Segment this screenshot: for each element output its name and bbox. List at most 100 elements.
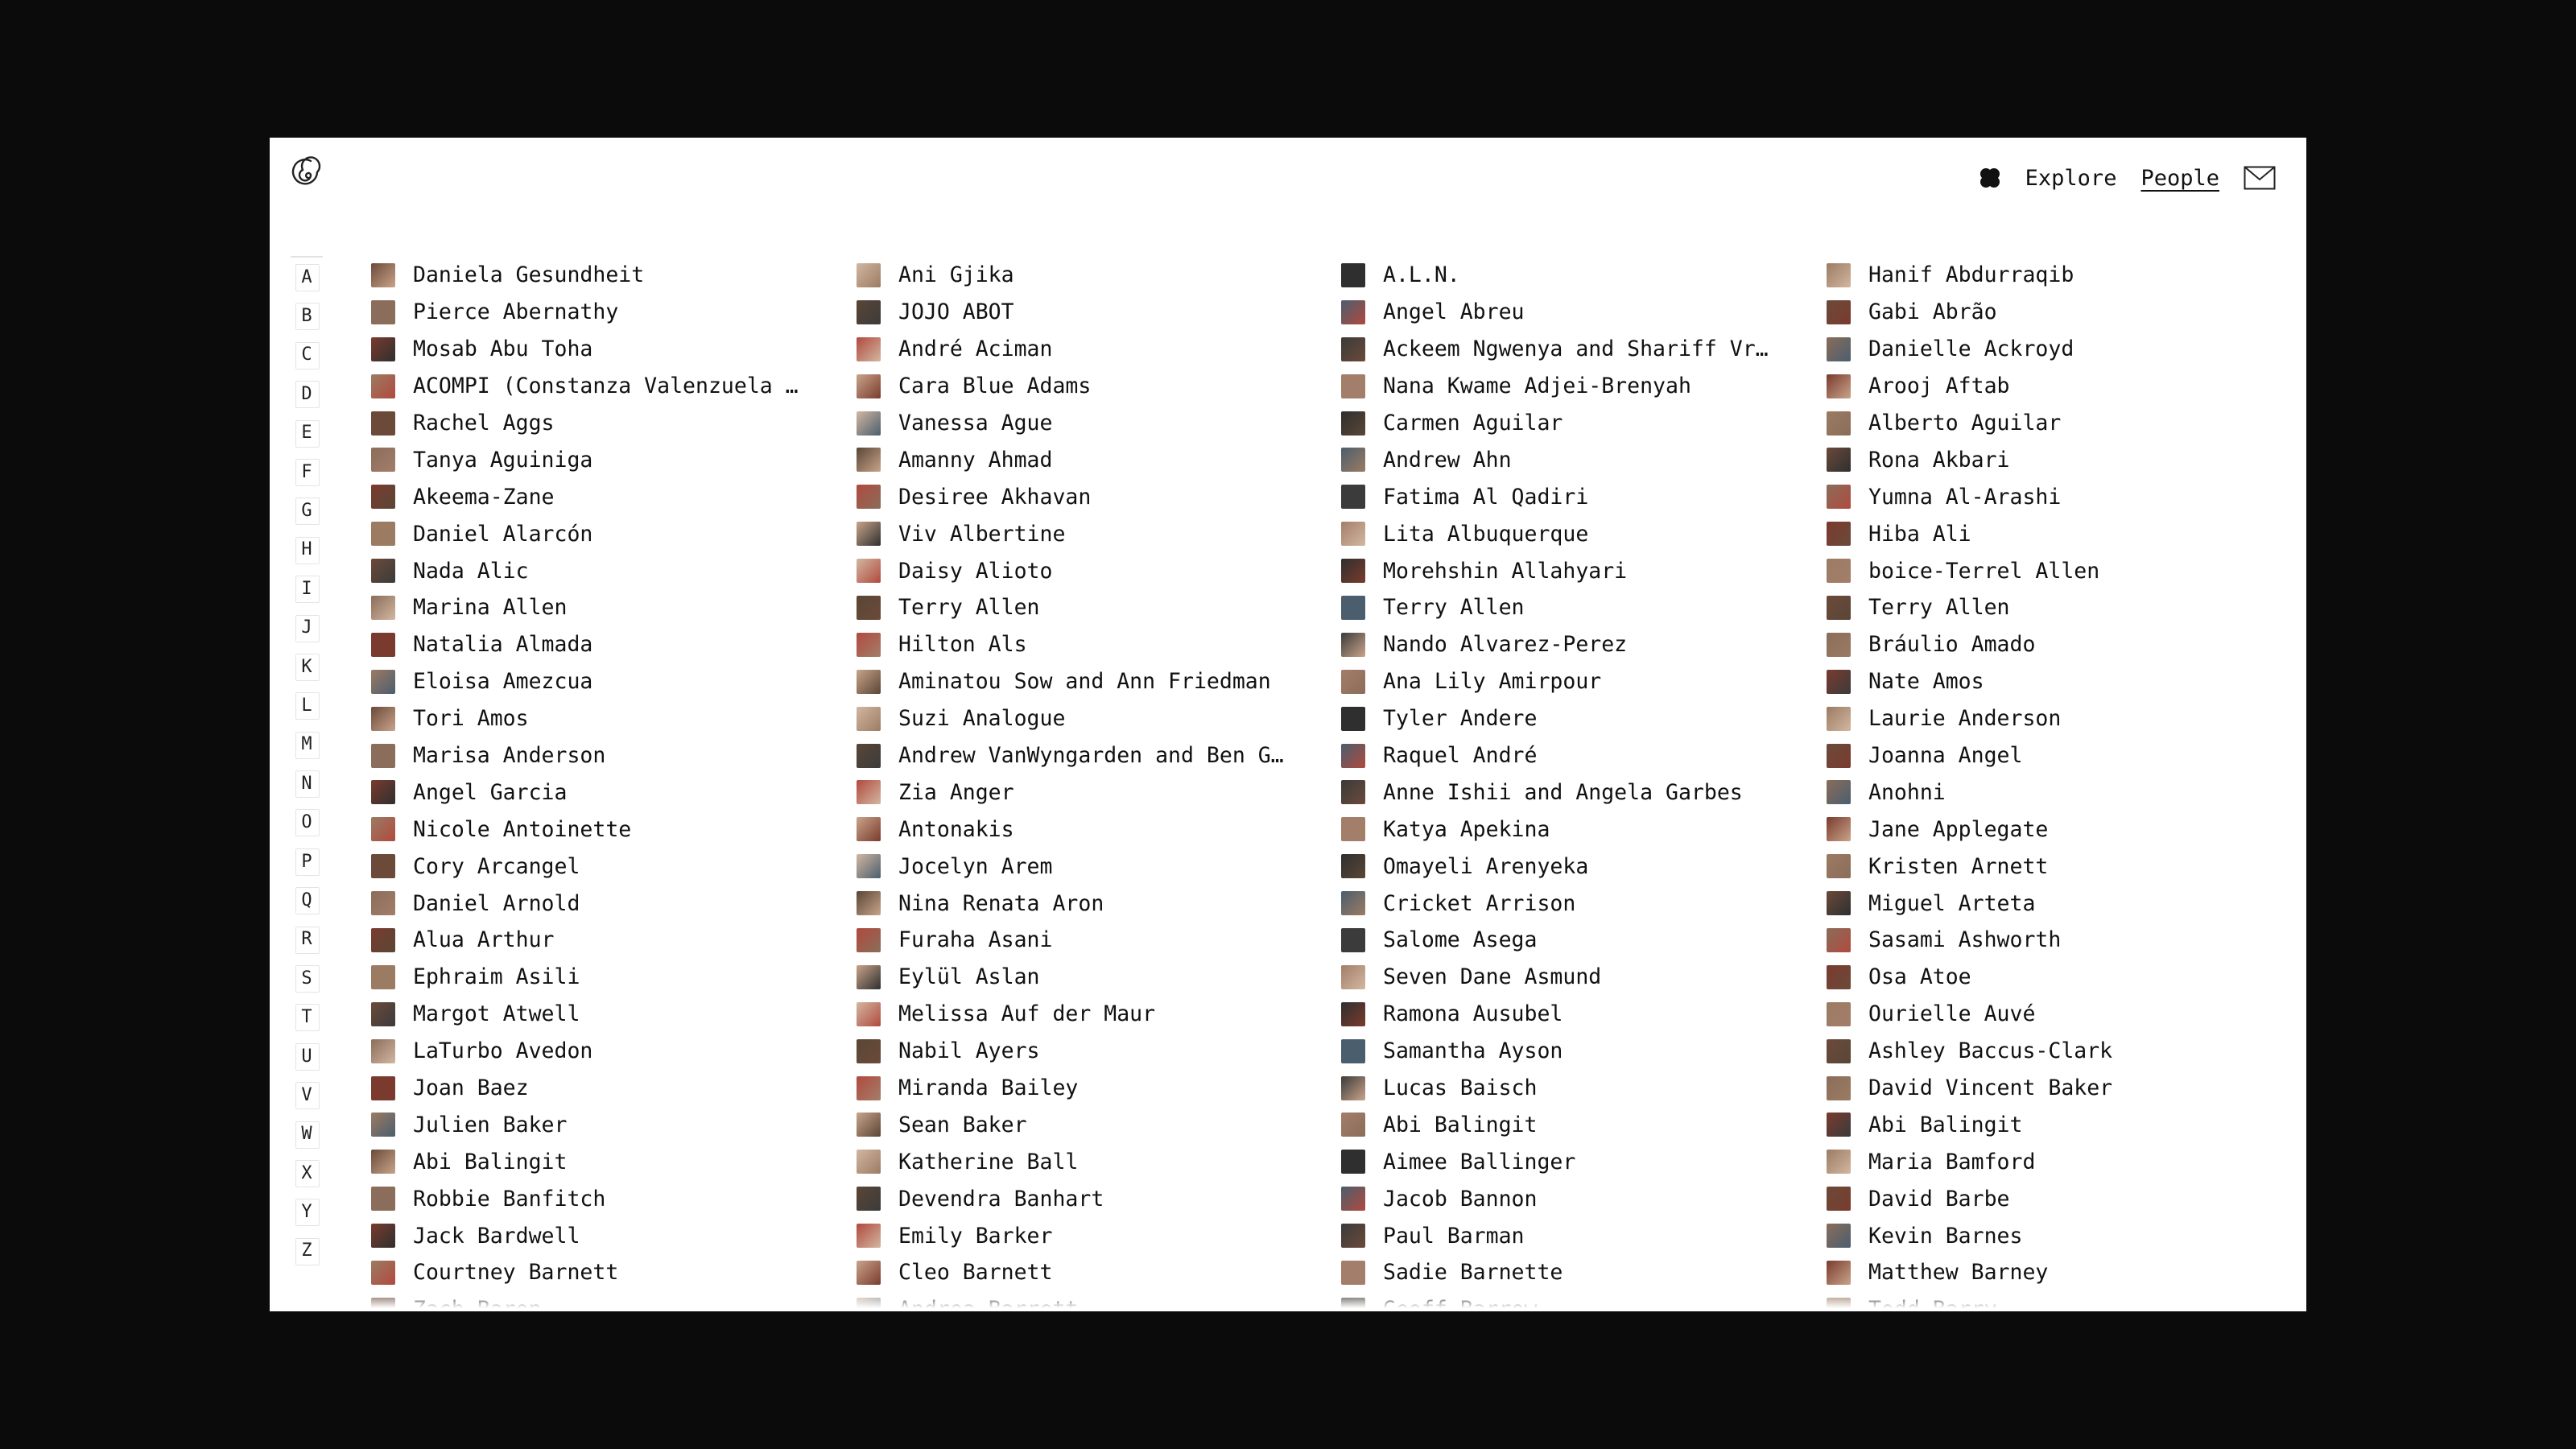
person-list-item[interactable]: Raquel André bbox=[1341, 737, 1808, 774]
person-list-item[interactable]: Anohni bbox=[1827, 774, 2293, 811]
person-list-item[interactable]: Cory Arcangel bbox=[371, 848, 838, 885]
person-list-item[interactable]: Ramona Ausubel bbox=[1341, 996, 1808, 1033]
person-list-item[interactable]: JOJO ABOT bbox=[857, 294, 1323, 331]
person-list-item[interactable]: ACOMPI (Constanza Valenzuela … bbox=[371, 368, 838, 405]
person-list-item[interactable]: Katherine Ball bbox=[857, 1143, 1323, 1180]
person-list-item[interactable]: Ackeem Ngwenya and Shariff Vr… bbox=[1341, 331, 1808, 368]
mail-icon[interactable] bbox=[2244, 166, 2276, 190]
alphabet-letter-b[interactable]: B bbox=[291, 296, 323, 335]
person-list-item[interactable]: Hanif Abdurraqib bbox=[1827, 257, 2293, 294]
alphabet-letter-f[interactable]: F bbox=[291, 452, 323, 491]
alphabet-letter-z[interactable]: Z bbox=[291, 1232, 323, 1270]
person-list-item[interactable]: Katya Apekina bbox=[1341, 811, 1808, 848]
person-list-item[interactable]: Salome Asega bbox=[1341, 922, 1808, 959]
person-list-item[interactable]: André Aciman bbox=[857, 331, 1323, 368]
person-list-item[interactable]: Akeema-Zane bbox=[371, 478, 838, 515]
person-list-item[interactable]: Carmen Aguilar bbox=[1341, 405, 1808, 442]
person-list-item[interactable]: Miranda Bailey bbox=[857, 1070, 1323, 1107]
alphabet-letter-c[interactable]: C bbox=[291, 336, 323, 374]
person-list-item[interactable]: Joan Baez bbox=[371, 1070, 838, 1107]
person-list-item[interactable]: Osa Atoe bbox=[1827, 959, 2293, 996]
alphabet-letter-m[interactable]: M bbox=[291, 725, 323, 764]
person-list-item[interactable]: Nando Alvarez-Perez bbox=[1341, 626, 1808, 663]
person-list-item[interactable]: Nicole Antoinette bbox=[371, 811, 838, 848]
alphabet-letter-i[interactable]: I bbox=[291, 569, 323, 608]
alphabet-letter-l[interactable]: L bbox=[291, 686, 323, 724]
alphabet-letter-g[interactable]: G bbox=[291, 491, 323, 530]
person-list-item[interactable]: Eloisa Amezcua bbox=[371, 663, 838, 700]
person-list-item[interactable]: Vanessa Ague bbox=[857, 405, 1323, 442]
person-list-item[interactable]: Arooj Aftab bbox=[1827, 368, 2293, 405]
person-list-item[interactable]: Marina Allen bbox=[371, 589, 838, 626]
person-list-item[interactable]: Jane Applegate bbox=[1827, 811, 2293, 848]
person-list-item[interactable]: Tori Amos bbox=[371, 700, 838, 737]
person-list-item[interactable]: Abi Balingit bbox=[1827, 1106, 2293, 1143]
person-list-item[interactable]: Lita Albuquerque bbox=[1341, 515, 1808, 552]
person-list-item[interactable]: Ourielle Auvé bbox=[1827, 996, 2293, 1033]
person-list-item[interactable]: Abi Balingit bbox=[1341, 1106, 1808, 1143]
nav-link-explore[interactable]: Explore bbox=[2025, 166, 2117, 191]
person-list-item[interactable]: Andrew VanWyngarden and Ben G… bbox=[857, 737, 1323, 774]
person-list-item[interactable]: Angel Garcia bbox=[371, 774, 838, 811]
person-list-item[interactable]: Abi Balingit bbox=[371, 1143, 838, 1180]
alphabet-letter-p[interactable]: P bbox=[291, 842, 323, 881]
alphabet-letter-e[interactable]: E bbox=[291, 414, 323, 452]
spiral-logo-icon[interactable] bbox=[286, 154, 331, 199]
person-list-item[interactable]: boice-Terrel Allen bbox=[1827, 552, 2293, 589]
person-list-item[interactable]: Maria Bamford bbox=[1827, 1143, 2293, 1180]
person-list-item[interactable]: Tyler Andere bbox=[1341, 700, 1808, 737]
alphabet-letter-v[interactable]: V bbox=[291, 1075, 323, 1114]
person-list-item[interactable]: Zia Anger bbox=[857, 774, 1323, 811]
alphabet-letter-h[interactable]: H bbox=[291, 530, 323, 569]
person-list-item[interactable]: A.L.N. bbox=[1341, 257, 1808, 294]
person-list-item[interactable]: David Barbe bbox=[1827, 1180, 2293, 1217]
person-list-item[interactable]: Jack Bardwell bbox=[371, 1217, 838, 1254]
person-list-item[interactable]: Omayeli Arenyeka bbox=[1341, 848, 1808, 885]
alphabet-letter-q[interactable]: Q bbox=[291, 881, 323, 919]
person-list-item[interactable]: Terry Allen bbox=[857, 589, 1323, 626]
person-list-item[interactable]: Yumna Al-Arashi bbox=[1827, 478, 2293, 515]
person-list-item[interactable]: LaTurbo Avedon bbox=[371, 1033, 838, 1070]
alphabet-letter-x[interactable]: X bbox=[291, 1154, 323, 1192]
alphabet-letter-y[interactable]: Y bbox=[291, 1192, 323, 1231]
alphabet-letter-j[interactable]: J bbox=[291, 609, 323, 647]
alphabet-letter-a[interactable]: A bbox=[291, 258, 323, 296]
alphabet-letter-s[interactable]: S bbox=[291, 959, 323, 997]
person-list-item[interactable]: Rona Akbari bbox=[1827, 441, 2293, 478]
person-list-item[interactable]: Nabil Ayers bbox=[857, 1033, 1323, 1070]
person-list-item[interactable]: Alberto Aguilar bbox=[1827, 405, 2293, 442]
person-list-item[interactable]: Desiree Akhavan bbox=[857, 478, 1323, 515]
alphabet-letter-w[interactable]: W bbox=[291, 1115, 323, 1154]
alphabet-letter-u[interactable]: U bbox=[291, 1037, 323, 1075]
person-list-item[interactable]: Sasami Ashworth bbox=[1827, 922, 2293, 959]
nav-link-people[interactable]: People bbox=[2140, 166, 2219, 191]
person-list-item[interactable]: Joanna Angel bbox=[1827, 737, 2293, 774]
person-list-item[interactable]: Nada Alic bbox=[371, 552, 838, 589]
alphabet-letter-o[interactable]: O bbox=[291, 803, 323, 841]
person-list-item[interactable]: Danielle Ackroyd bbox=[1827, 331, 2293, 368]
person-list-item[interactable]: Ephraim Asili bbox=[371, 959, 838, 996]
person-list-item[interactable]: Ani Gjika bbox=[857, 257, 1323, 294]
person-list-item[interactable]: Bráulio Amado bbox=[1827, 626, 2293, 663]
person-list-item[interactable]: Angel Abreu bbox=[1341, 294, 1808, 331]
person-list-item[interactable]: Eylül Aslan bbox=[857, 959, 1323, 996]
person-list-item[interactable]: Suzi Analogue bbox=[857, 700, 1323, 737]
person-list-item[interactable]: Robbie Banfitch bbox=[371, 1180, 838, 1217]
person-list-item[interactable]: Sadie Barnette bbox=[1341, 1254, 1808, 1291]
person-list-item[interactable]: Aimee Ballinger bbox=[1341, 1143, 1808, 1180]
alphabet-letter-r[interactable]: R bbox=[291, 920, 323, 959]
person-list-item[interactable]: Cricket Arrison bbox=[1341, 885, 1808, 922]
person-list-item[interactable]: Amanny Ahmad bbox=[857, 441, 1323, 478]
person-list-item[interactable]: Hilton Als bbox=[857, 626, 1323, 663]
person-list-item[interactable]: Nate Amos bbox=[1827, 663, 2293, 700]
person-list-item[interactable]: Mosab Abu Toha bbox=[371, 331, 838, 368]
person-list-item[interactable]: Hiba Ali bbox=[1827, 515, 2293, 552]
person-list-item[interactable]: Matthew Barney bbox=[1827, 1254, 2293, 1291]
person-list-item[interactable]: Julien Baker bbox=[371, 1106, 838, 1143]
person-list-item[interactable]: Nana Kwame Adjei-Brenyah bbox=[1341, 368, 1808, 405]
person-list-item[interactable]: Aminatou Sow and Ann Friedman bbox=[857, 663, 1323, 700]
person-list-item[interactable]: Emily Barker bbox=[857, 1217, 1323, 1254]
person-list-item[interactable]: Gabi Abrão bbox=[1827, 294, 2293, 331]
person-list-item[interactable]: Daniela Gesundheit bbox=[371, 257, 838, 294]
person-list-item[interactable]: Jocelyn Arem bbox=[857, 848, 1323, 885]
